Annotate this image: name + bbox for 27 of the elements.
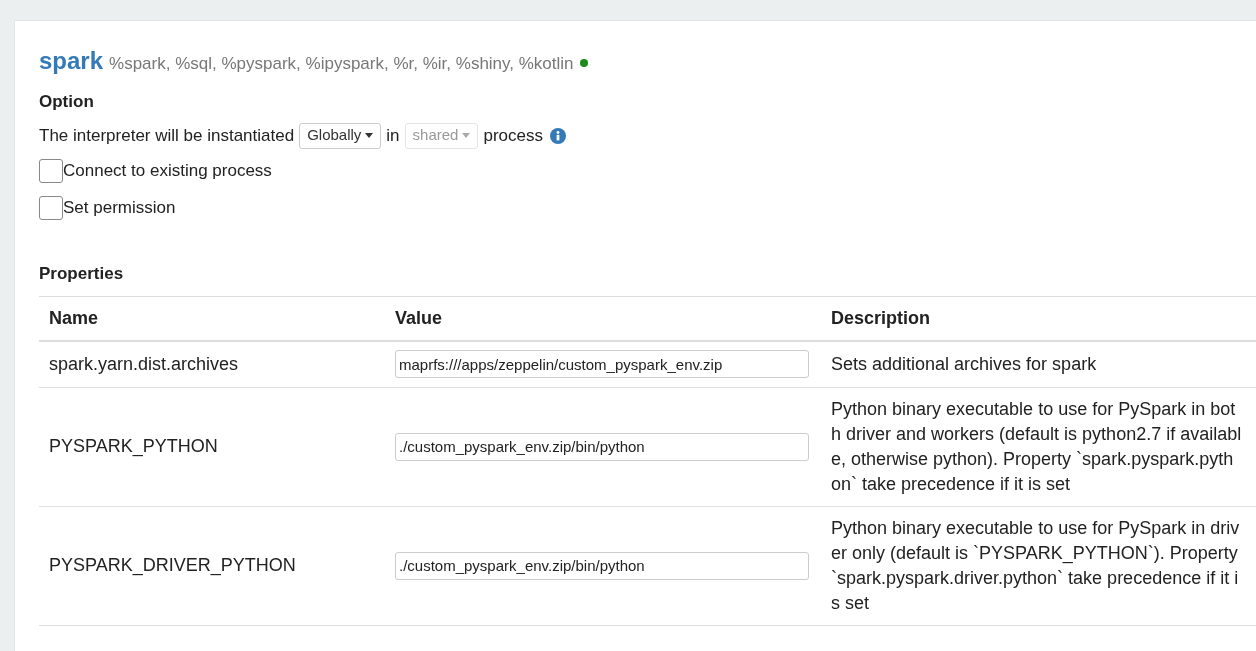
value-field[interactable]: ./custom_pyspark_env.zip/bin/python (395, 432, 809, 461)
property-name: spark.yarn.dist.archives (39, 340, 385, 387)
info-icon[interactable] (550, 127, 566, 144)
property-name: PYSPARK_PYTHON (39, 387, 385, 506)
option-text: in (386, 124, 400, 147)
interpreter-name: spark (39, 46, 104, 76)
property-description: Python binary executable to use for PySpark in both driver and workers (default is python2.7 if available, otherwise python). Property `spark.pyspark.python` take precedence if it is set (821, 387, 1256, 506)
property-name: PYSPARK_DRIVER_PYTHON (39, 506, 385, 625)
value-field[interactable]: ./custom_pyspark_env.zip/bin/python (395, 551, 809, 580)
checkbox-label: Connect to existing process (63, 160, 272, 183)
option-text: process (483, 124, 543, 147)
scope-dropdown[interactable]: Globally (299, 122, 382, 149)
caret-icon (462, 133, 471, 138)
caret-icon (365, 133, 374, 138)
option-text: The interpreter will be instantiated (39, 124, 295, 147)
section-heading: Properties (39, 262, 125, 285)
column-header: Value (385, 296, 821, 341)
value-field[interactable]: maprfs:///apps/zeppelin/custom_pyspark_env.zip (395, 350, 809, 378)
interpreter-bindings: %spark, %sql, %pyspark, %ipyspark, %r, %ir, %shiny, %kotlin (109, 53, 574, 75)
property-description: Python binary executable to use for PySpark in driver only (default is `PYSPARK_PYTHON`). Property `spark.pyspark.driver.python` take precedence if it is set (821, 506, 1256, 625)
section-heading: Option (39, 91, 95, 113)
column-header: Name (39, 296, 385, 341)
checkbox[interactable] (39, 159, 63, 183)
property-description: Sets additional archives for spark (821, 340, 1256, 387)
column-header: Description (821, 296, 1256, 341)
checkbox[interactable] (39, 196, 63, 220)
checkbox-label: Set permission (63, 197, 176, 220)
